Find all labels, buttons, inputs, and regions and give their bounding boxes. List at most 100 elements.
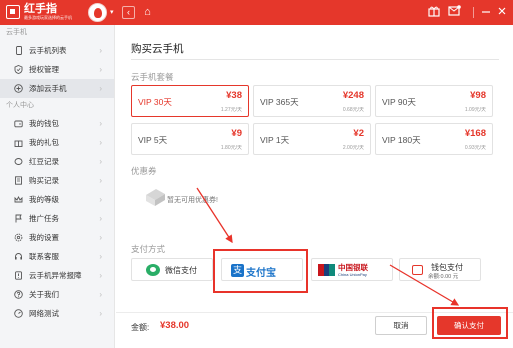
plan-price: ¥9 bbox=[231, 128, 242, 139]
unionpay-icon bbox=[318, 264, 336, 276]
plan-name: VIP 180天 bbox=[382, 135, 421, 145]
bean-icon bbox=[14, 157, 23, 166]
sidebar-item-label: 云手机列表 bbox=[29, 46, 67, 55]
receipt-icon bbox=[14, 176, 23, 185]
avatar[interactable] bbox=[88, 3, 107, 22]
plan-daily-price: 0.68元/天 bbox=[342, 107, 364, 113]
sidebar-item-label: 购买记录 bbox=[29, 176, 59, 185]
gift-icon[interactable] bbox=[428, 5, 440, 21]
chevron-right-icon: › bbox=[99, 138, 102, 147]
chevron-right-icon: › bbox=[99, 46, 102, 55]
chevron-right-icon: › bbox=[99, 157, 102, 166]
coupon-label: 优惠券 bbox=[131, 166, 157, 176]
mail-icon[interactable] bbox=[448, 5, 461, 21]
plan-daily-price: 1.80元/天 bbox=[220, 145, 242, 151]
plan-daily-price: 1.27元/天 bbox=[220, 107, 242, 113]
sidebar-item-authorization[interactable]: 授权管理 › bbox=[0, 60, 114, 79]
logo-icon bbox=[6, 4, 20, 19]
chevron-right-icon: › bbox=[99, 119, 102, 128]
chevron-right-icon: › bbox=[99, 214, 102, 223]
plan-daily-price: 2.00元/天 bbox=[342, 145, 364, 151]
page-title: 购买云手机 bbox=[131, 43, 184, 55]
coupon-empty-text: 暂无可用优惠券! bbox=[167, 197, 218, 204]
chevron-right-icon: › bbox=[99, 290, 102, 299]
sidebar-item-wallet[interactable]: 我的钱包 › bbox=[0, 114, 114, 133]
plan-price: ¥168 bbox=[464, 128, 486, 139]
plan-price: ¥98 bbox=[470, 90, 486, 101]
plan-daily-price: 0.93元/天 bbox=[464, 145, 486, 151]
plan-card-vip-1[interactable]: VIP 1天 ¥2 2.00元/天 bbox=[253, 123, 371, 155]
sidebar-item-promotion[interactable]: 推广任务 › bbox=[0, 209, 114, 228]
chevron-right-icon: › bbox=[99, 195, 102, 204]
chevron-right-icon: › bbox=[99, 252, 102, 261]
divider bbox=[131, 59, 499, 60]
sidebar-item-purchase-record[interactable]: 购买记录 › bbox=[0, 171, 114, 190]
sidebar-item-settings[interactable]: 我的设置 › bbox=[0, 228, 114, 247]
chevron-right-icon: › bbox=[99, 84, 102, 93]
wallet-icon bbox=[14, 119, 23, 128]
cancel-button[interactable]: 取消 bbox=[375, 316, 427, 335]
plan-price: ¥248 bbox=[342, 90, 364, 101]
sidebar-item-network-test[interactable]: 网络测试 › bbox=[0, 304, 114, 323]
sidebar-item-label: 我的等级 bbox=[29, 195, 59, 204]
sidebar-item-about[interactable]: 关于我们 › bbox=[0, 285, 114, 304]
sidebar-item-fault-report[interactable]: 云手机异常报障 › bbox=[0, 266, 114, 285]
app-tagline: 最多游戏玩家选择的云手机 bbox=[24, 15, 72, 20]
wallet-balance: 余额:0.00 元 bbox=[428, 274, 459, 280]
shield-icon bbox=[14, 65, 23, 74]
sidebar-item-label: 红豆记录 bbox=[29, 157, 59, 166]
plan-card-vip-5[interactable]: VIP 5天 ¥9 1.80元/天 bbox=[131, 123, 249, 155]
pay-option-label: 微信支付 bbox=[165, 266, 197, 275]
close-icon[interactable] bbox=[497, 5, 507, 21]
back-button[interactable]: ‹ bbox=[122, 6, 135, 19]
total-amount: ¥38.00 bbox=[160, 320, 190, 331]
sidebar-item-label: 授权管理 bbox=[29, 65, 59, 74]
total-label: 金额: bbox=[131, 323, 150, 332]
plan-card-vip-90[interactable]: VIP 90天 ¥98 1.09元/天 bbox=[375, 85, 493, 117]
pay-option-wechat[interactable]: 微信支付 bbox=[131, 258, 213, 281]
minimize-icon[interactable] bbox=[481, 5, 491, 21]
main-panel: 购买云手机 云手机套餐 VIP 30天 ¥38 1.27元/天 VIP 365天… bbox=[116, 25, 513, 348]
sidebar-item-label: 云手机异常报障 bbox=[29, 271, 82, 280]
pay-option-unionpay[interactable]: 中国银联 China UnionPay bbox=[311, 258, 393, 281]
question-icon bbox=[14, 290, 23, 299]
pay-option-sublabel: China UnionPay bbox=[338, 272, 367, 277]
app-name: 红手指 bbox=[24, 3, 57, 15]
sidebar-item-gift[interactable]: 我的礼包 › bbox=[0, 133, 114, 152]
home-button[interactable]: ⌂ bbox=[141, 6, 154, 19]
chevron-down-icon[interactable]: ▾ bbox=[110, 8, 114, 16]
sidebar-item-label: 网络测试 bbox=[29, 309, 59, 318]
sidebar-item-support[interactable]: 联系客服 › bbox=[0, 247, 114, 266]
gear-icon bbox=[14, 233, 23, 242]
payment-label: 支付方式 bbox=[131, 244, 166, 254]
plan-name: VIP 30天 bbox=[138, 97, 172, 107]
sidebar-item-label: 我的设置 bbox=[29, 233, 59, 242]
sidebar-item-label: 联系客服 bbox=[29, 252, 59, 261]
plan-name: VIP 5天 bbox=[138, 135, 168, 145]
plan-name: VIP 90天 bbox=[382, 97, 416, 107]
sidebar-item-level[interactable]: 我的等级 › bbox=[0, 190, 114, 209]
phone-icon bbox=[14, 46, 23, 55]
sidebar-item-phone-list[interactable]: 云手机列表 › bbox=[0, 41, 114, 60]
annotation-highlight-confirm bbox=[432, 307, 508, 339]
sidebar-item-bean-record[interactable]: 红豆记录 › bbox=[0, 152, 114, 171]
app-logo: 红手指 最多游戏玩家选择的云手机 bbox=[6, 3, 72, 20]
sidebar-item-add-phone[interactable]: 添加云手机 › bbox=[0, 79, 114, 98]
sidebar-section-cloud: 云手机 bbox=[6, 29, 27, 36]
plan-card-vip-365[interactable]: VIP 365天 ¥248 0.68元/天 bbox=[253, 85, 371, 117]
plan-name: VIP 365天 bbox=[260, 97, 299, 107]
sidebar-item-label: 推广任务 bbox=[29, 214, 59, 223]
chevron-right-icon: › bbox=[99, 233, 102, 242]
plan-price: ¥2 bbox=[353, 128, 364, 139]
plan-card-vip-180[interactable]: VIP 180天 ¥168 0.93元/天 bbox=[375, 123, 493, 155]
crown-icon bbox=[14, 195, 23, 204]
plan-daily-price: 1.09元/天 bbox=[464, 107, 486, 113]
pay-option-wallet[interactable]: 钱包支付 余额:0.00 元 bbox=[399, 258, 481, 281]
chevron-right-icon: › bbox=[99, 176, 102, 185]
plan-card-vip-30[interactable]: VIP 30天 ¥38 1.27元/天 bbox=[131, 85, 249, 117]
plus-circle-icon bbox=[14, 84, 23, 93]
annotation-highlight-alipay bbox=[213, 249, 308, 293]
sidebar-section-personal: 个人中心 bbox=[6, 102, 34, 109]
sidebar-item-label: 添加云手机 bbox=[29, 84, 67, 93]
sidebar-item-label: 关于我们 bbox=[29, 290, 59, 299]
